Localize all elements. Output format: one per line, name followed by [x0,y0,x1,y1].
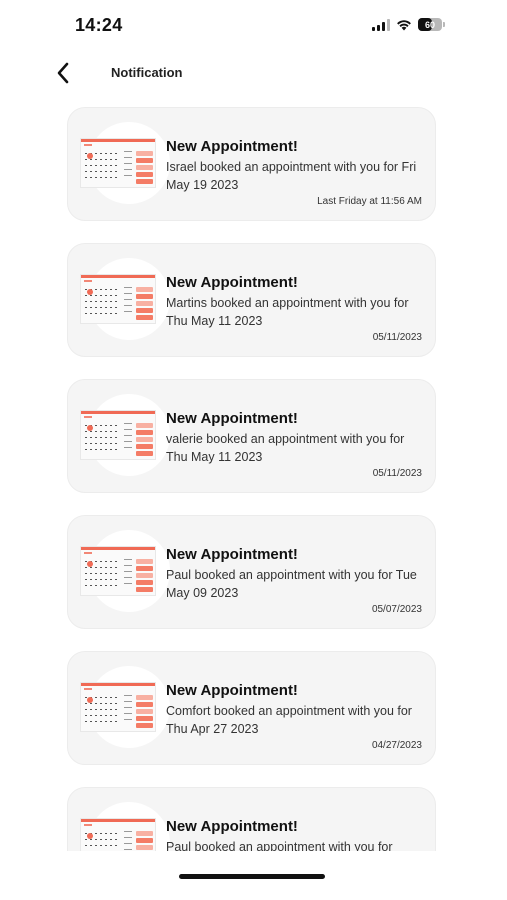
notification-title: New Appointment! [166,274,298,291]
home-indicator[interactable] [179,874,325,879]
notification-body: Israel booked an appointment with you fo… [166,160,417,192]
calendar-thumbnail-icon [80,394,170,476]
notification-content: New Appointment! Comfort booked an appoin… [166,682,428,738]
calendar-thumbnail-icon [80,802,170,851]
wifi-icon [397,19,411,30]
cellular-signal-icon [372,18,390,31]
notification-title: New Appointment! [166,546,298,563]
header: Notification [0,52,507,96]
notification-content: New Appointment! Paul booked an appointme… [166,546,428,602]
notification-body: Paul booked an appointment with you for [166,840,393,851]
notification-list[interactable]: New Appointment! Israel booked an appoint… [67,107,436,851]
calendar-thumbnail-icon [80,530,170,612]
notification-title: New Appointment! [166,138,298,155]
notification-title: New Appointment! [166,410,298,427]
notification-timestamp: 04/27/2023 [371,740,422,751]
battery-level: 60 [424,19,435,30]
notification-timestamp: 05/11/2023 [372,332,422,343]
battery-icon: 60 [418,18,445,31]
notification-body: Martins booked an appointment with you f… [166,296,409,328]
calendar-thumbnail-icon [80,258,170,340]
chevron-left-icon [57,62,69,84]
notification-content: New Appointment! valerie booked an appoin… [166,410,428,466]
notification-body: Paul booked an appointment with you for … [166,568,417,600]
back-button[interactable] [48,58,78,88]
notification-timestamp: 05/07/2023 [371,604,422,615]
notification-card[interactable]: New Appointment! Paul booked an appointme… [67,787,436,851]
notification-card[interactable]: New Appointment! valerie booked an appoin… [67,379,436,493]
calendar-thumbnail-icon [80,666,170,748]
notification-body: valerie booked an appointment with you f… [166,432,405,464]
notification-timestamp: Last Friday at 11:56 AM [317,196,422,207]
status-icons: 60 [372,18,445,31]
notification-title: New Appointment! [166,682,298,699]
notification-card[interactable]: New Appointment! Paul booked an appointme… [67,515,436,629]
status-time: 14:24 [75,15,123,35]
notification-timestamp: 05/11/2023 [372,468,422,479]
notification-content: New Appointment! Martins booked an appoin… [166,274,428,330]
calendar-thumbnail-icon [80,122,170,204]
page-title: Notification [111,65,183,80]
notification-content: New Appointment! Israel booked an appoint… [166,138,428,194]
notification-body: Comfort booked an appointment with you f… [166,704,412,736]
notification-card[interactable]: New Appointment! Israel booked an appoint… [67,107,436,221]
notification-content: New Appointment! Paul booked an appointme… [166,818,428,851]
notification-card[interactable]: New Appointment! Comfort booked an appoin… [67,651,436,765]
notification-card[interactable]: New Appointment! Martins booked an appoin… [67,243,436,357]
notification-title: New Appointment! [166,818,298,835]
status-bar: 14:24 60 [0,0,507,52]
